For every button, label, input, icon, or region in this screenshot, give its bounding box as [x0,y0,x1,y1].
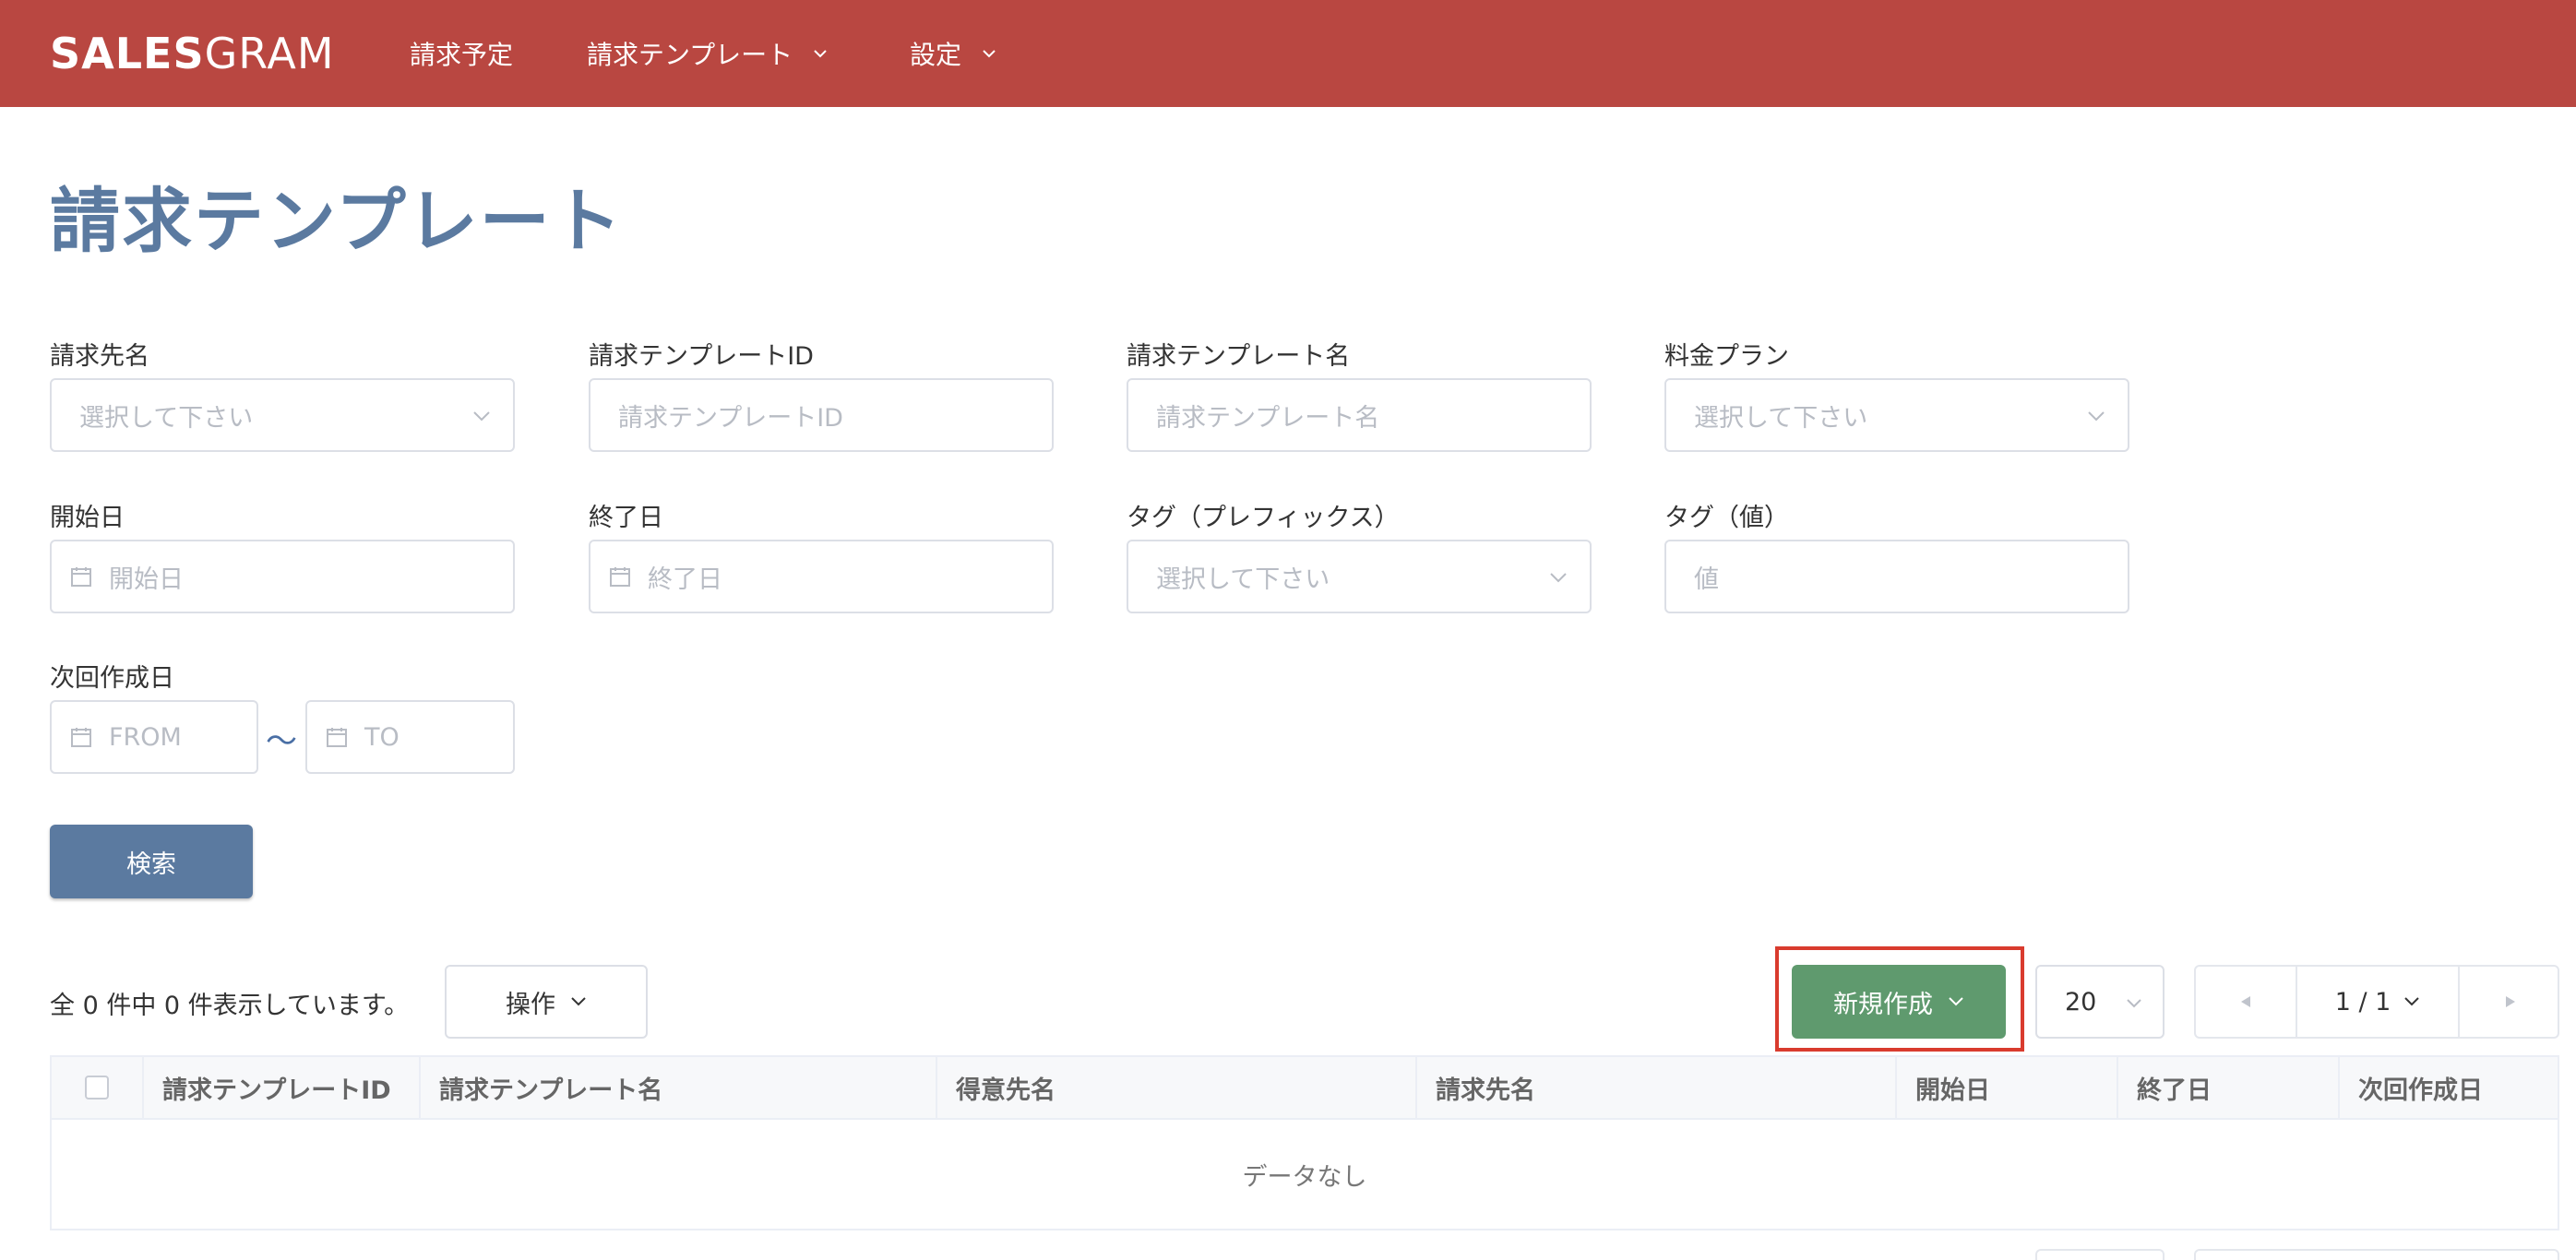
calendar-icon [71,728,91,747]
chevron-down-icon [571,997,586,1006]
next-date-to-picker[interactable]: TO [305,700,515,774]
chevron-down-icon [2404,997,2420,1006]
col-customer-name[interactable]: 得意先名 [937,1057,1417,1118]
calendar-icon [610,567,630,587]
nav-billing-schedule-label: 請求予定 [410,40,514,70]
tag-value-placeholder: 値 [1694,565,1719,594]
chevron-down-icon [1550,573,1567,583]
next-date-from-picker[interactable]: FROM [50,700,258,774]
end-date-picker[interactable]: 終了日 [589,540,1054,613]
tag-prefix-placeholder: 選択して下さい [1156,565,1330,594]
col-next-date[interactable]: 次回作成日 [2340,1057,2558,1118]
start-date-picker[interactable]: 開始日 [50,540,515,613]
plan-select[interactable]: 選択して下さい [1664,378,2129,452]
next-date-from-placeholder: FROM [109,722,182,752]
chevron-down-icon [2127,999,2141,1008]
end-date-label: 終了日 [589,504,663,532]
start-date-placeholder: 開始日 [109,565,184,594]
caret-right-icon [2506,996,2515,1007]
per-page-value: 20 [2065,987,2097,1016]
operations-dropdown-button[interactable]: 操作 [445,965,648,1039]
next-date-label: 次回作成日 [50,664,174,693]
calendar-icon [327,728,347,747]
page-indicator: 1 / 1 [2334,987,2391,1016]
prev-page-button[interactable] [2196,967,2297,1037]
col-start-date[interactable]: 開始日 [1897,1057,2118,1118]
per-page-select[interactable]: 20 [2035,965,2165,1039]
template-name-placeholder: 請求テンプレート名 [1156,403,1380,433]
next-page-button[interactable] [2462,967,2559,1037]
col-end-date[interactable]: 終了日 [2118,1057,2340,1118]
billing-to-select[interactable]: 選択して下さい [50,378,515,452]
tag-value-input[interactable]: 値 [1664,540,2129,613]
page-select[interactable]: 1 / 1 [2297,967,2460,1037]
table-header: 請求テンプレートID 請求テンプレート名 得意先名 請求先名 開始日 終了日 次… [52,1057,2558,1120]
next-date-to-placeholder: TO [364,722,400,752]
chevron-down-icon [473,411,490,422]
nav-settings[interactable]: 設定 [910,28,996,79]
template-name-label: 請求テンプレート名 [1127,342,1351,371]
pagination: 1 / 1 [2194,965,2559,1039]
result-count-text: 全 0 件中 0 件表示しています。 [50,992,410,1020]
plan-placeholder: 選択して下さい [1694,403,1868,433]
salesgram-logo[interactable]: SALES GRAM [50,28,335,79]
chevron-down-icon [814,50,827,58]
col-template-name[interactable]: 請求テンプレート名 [421,1057,937,1118]
billing-to-placeholder: 選択して下さい [79,403,254,433]
chevron-down-icon [1949,997,1963,1006]
calendar-icon [71,567,91,587]
template-id-placeholder: 請求テンプレートID [618,403,843,433]
nav-settings-label: 設定 [910,40,962,70]
select-all-checkbox[interactable] [85,1076,109,1100]
range-separator: 〜 [266,723,297,760]
col-billing-to-name[interactable]: 請求先名 [1417,1057,1897,1118]
col-template-id[interactable]: 請求テンプレートID [144,1057,421,1118]
new-create-label: 新規作成 [1833,990,1933,1019]
tag-prefix-label: タグ（プレフィックス） [1127,504,1400,532]
select-all-cell [52,1057,144,1118]
template-id-input[interactable]: 請求テンプレートID [589,378,1054,452]
billing-to-label: 請求先名 [50,342,149,371]
template-table: 請求テンプレートID 請求テンプレート名 得意先名 請求先名 開始日 終了日 次… [50,1055,2559,1230]
empty-state-text: データなし [1242,1162,1367,1192]
bottom-pagination[interactable] [2194,1249,2559,1260]
tag-prefix-select[interactable]: 選択して下さい [1127,540,1592,613]
plan-label: 料金プラン [1664,342,1789,371]
nav-billing-template[interactable]: 請求テンプレート [587,28,828,79]
top-navigation-bar: SALES GRAM 請求予定 請求テンプレート 設定 [0,0,2576,107]
start-date-label: 開始日 [50,504,125,532]
operations-label: 操作 [506,990,555,1019]
nav-billing-template-label: 請求テンプレート [587,40,793,70]
new-create-button[interactable]: 新規作成 [1792,965,2006,1039]
tag-value-label: タグ（値） [1664,504,1789,532]
template-id-label: 請求テンプレートID [589,342,814,371]
chevron-down-icon [983,50,996,58]
caret-left-icon [2241,996,2250,1007]
page-title: 請求テンプレート [50,180,624,262]
bottom-per-page-select[interactable] [2035,1249,2165,1260]
nav-billing-schedule[interactable]: 請求予定 [410,28,513,79]
template-name-input[interactable]: 請求テンプレート名 [1127,378,1592,452]
end-date-placeholder: 終了日 [648,565,722,594]
search-button[interactable]: 検索 [50,825,253,898]
chevron-down-icon [2088,411,2105,422]
